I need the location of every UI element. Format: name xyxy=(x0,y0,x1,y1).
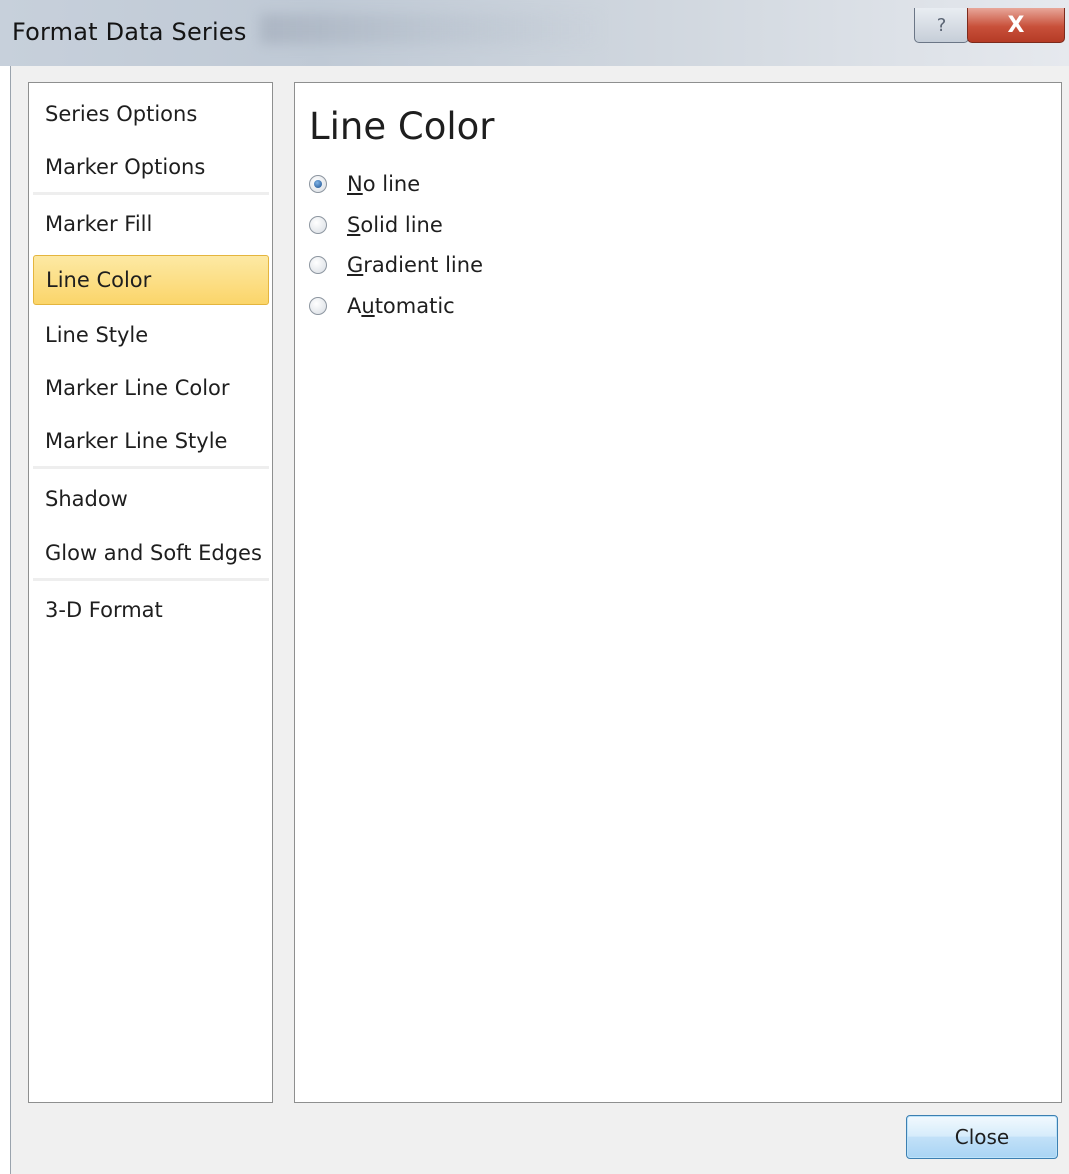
nav-item-shadow[interactable]: Shadow xyxy=(33,474,269,524)
window-close-button[interactable]: X xyxy=(967,8,1065,43)
nav-item-line-color[interactable]: Line Color xyxy=(33,255,269,305)
radio-button[interactable] xyxy=(309,297,327,315)
help-button[interactable]: ? xyxy=(914,8,969,43)
section-title: Line Color xyxy=(309,105,495,148)
accelerator-key: S xyxy=(347,213,361,237)
label-text: radient line xyxy=(363,253,483,277)
title-bar-blur xyxy=(260,14,600,44)
radio-button[interactable] xyxy=(309,256,327,274)
radio-gradient-line[interactable]: Gradient line xyxy=(309,248,483,282)
window-title: Format Data Series xyxy=(12,18,247,46)
nav-separator xyxy=(33,578,269,581)
nav-item-line-style[interactable]: Line Style xyxy=(33,310,269,360)
nav-separator xyxy=(33,466,269,469)
nav-item-series-options[interactable]: Series Options xyxy=(33,89,269,139)
nav-item-marker-fill[interactable]: Marker Fill xyxy=(33,199,269,249)
category-list: Series Options Marker Options Marker Fil… xyxy=(28,82,273,1103)
radio-solid-line[interactable]: Solid line xyxy=(309,208,443,242)
window-edge xyxy=(0,66,8,1174)
label-text: tomatic xyxy=(374,294,455,318)
radio-automatic[interactable]: Automatic xyxy=(309,289,455,323)
label-text: A xyxy=(347,294,362,318)
radio-label: Automatic xyxy=(347,294,455,318)
label-text: o line xyxy=(362,172,421,196)
radio-button[interactable] xyxy=(309,216,327,234)
nav-item-3d-format[interactable]: 3-D Format xyxy=(33,585,269,635)
options-panel: Line Color No line Solid line Gradient l… xyxy=(294,82,1062,1103)
nav-item-glow-soft-edges[interactable]: Glow and Soft Edges xyxy=(33,528,269,578)
close-icon: X xyxy=(1007,12,1025,38)
accelerator-key: u xyxy=(361,294,375,318)
accelerator-key: G xyxy=(347,253,364,277)
nav-item-marker-line-style[interactable]: Marker Line Style xyxy=(33,416,269,466)
radio-button-checked[interactable] xyxy=(309,175,327,193)
nav-separator xyxy=(33,192,269,195)
label-text: olid line xyxy=(360,213,443,237)
nav-item-marker-options[interactable]: Marker Options xyxy=(33,142,269,192)
radio-label: No line xyxy=(347,172,420,196)
radio-no-line[interactable]: No line xyxy=(309,167,420,201)
radio-label: Solid line xyxy=(347,213,443,237)
nav-item-marker-line-color[interactable]: Marker Line Color xyxy=(33,363,269,413)
help-icon: ? xyxy=(936,14,947,36)
close-button[interactable]: Close xyxy=(906,1115,1058,1159)
accelerator-key: N xyxy=(347,172,363,196)
radio-label: Gradient line xyxy=(347,253,483,277)
title-bar: Format Data Series ? X xyxy=(0,0,1069,66)
